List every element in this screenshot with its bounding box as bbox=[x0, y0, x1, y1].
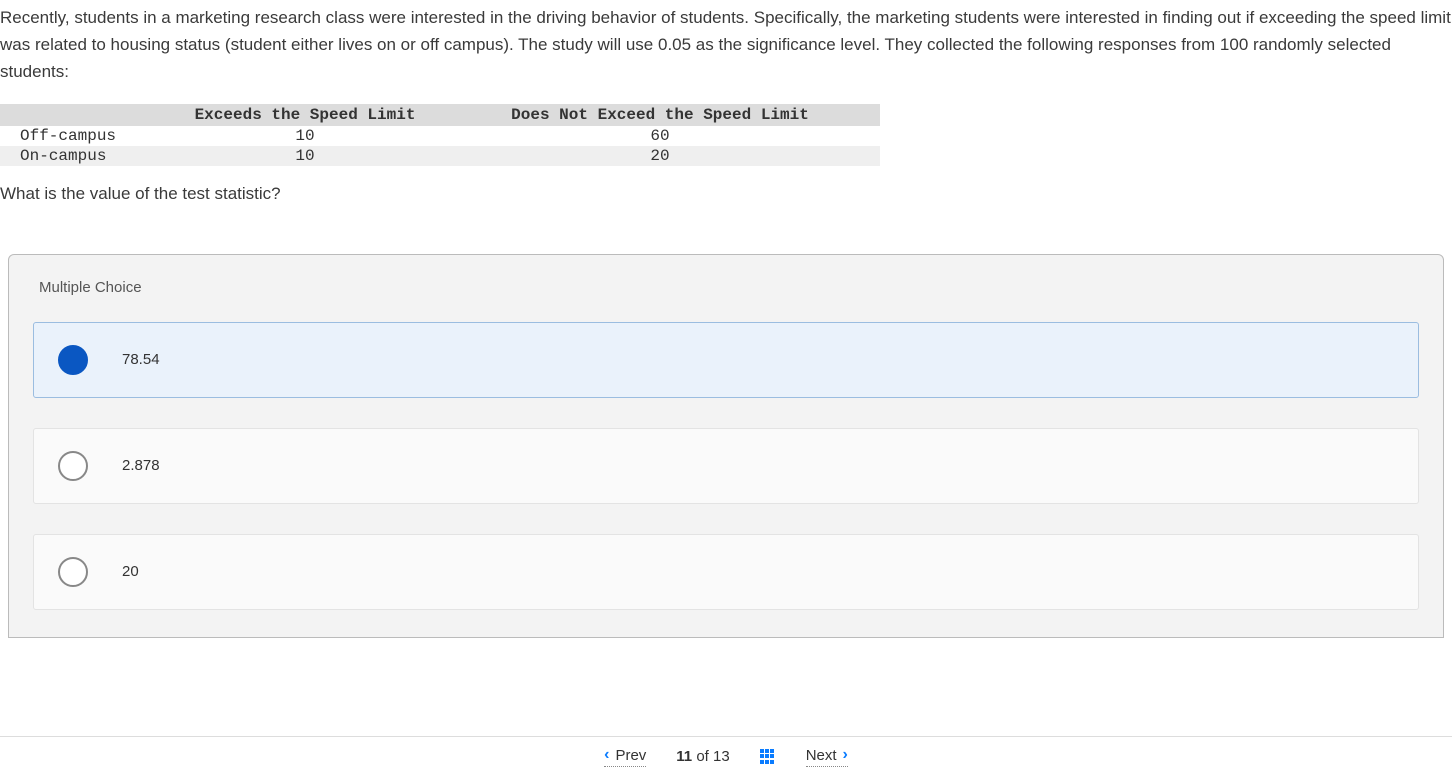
cell-value: 10 bbox=[170, 146, 440, 166]
cell-value: 20 bbox=[440, 146, 880, 166]
answer-option-label: 20 bbox=[122, 563, 139, 580]
prev-button[interactable]: ‹ Prev bbox=[604, 746, 646, 767]
row-label: Off-campus bbox=[0, 126, 170, 146]
chevron-left-icon: ‹ bbox=[604, 746, 609, 764]
answer-panel: Multiple Choice 78.54 2.878 20 bbox=[8, 254, 1444, 638]
nav-total: 13 bbox=[713, 748, 730, 765]
row-label: On-campus bbox=[0, 146, 170, 166]
answer-option-1[interactable]: 78.54 bbox=[33, 322, 1419, 398]
answer-option-2[interactable]: 2.878 bbox=[33, 428, 1419, 504]
table-row: Off-campus 10 60 bbox=[0, 126, 880, 146]
table-header-not-exceeds: Does Not Exceed the Speed Limit bbox=[440, 104, 880, 126]
question-text: What is the value of the test statistic? bbox=[0, 184, 1452, 204]
nav-bar: ‹ Prev 11 of 13 Next › bbox=[0, 736, 1452, 776]
table-header-blank bbox=[0, 104, 170, 126]
next-button[interactable]: Next › bbox=[806, 746, 848, 767]
prev-label: Prev bbox=[615, 747, 646, 764]
data-table: Exceeds the Speed Limit Does Not Exceed … bbox=[0, 104, 880, 166]
answer-option-label: 2.878 bbox=[122, 457, 160, 474]
grid-icon[interactable] bbox=[760, 749, 776, 765]
answer-heading: Multiple Choice bbox=[9, 255, 1443, 322]
cell-value: 10 bbox=[170, 126, 440, 146]
radio-icon bbox=[58, 451, 88, 481]
table-row: On-campus 10 20 bbox=[0, 146, 880, 166]
radio-selected-icon bbox=[58, 345, 88, 375]
question-prompt: Recently, students in a marketing resear… bbox=[0, 0, 1452, 86]
answer-option-3[interactable]: 20 bbox=[33, 534, 1419, 610]
nav-progress: 11 of 13 bbox=[676, 748, 729, 765]
next-label: Next bbox=[806, 747, 837, 764]
cell-value: 60 bbox=[440, 126, 880, 146]
answer-option-label: 78.54 bbox=[122, 351, 160, 368]
nav-of: of bbox=[696, 748, 709, 765]
nav-current: 11 bbox=[676, 748, 692, 765]
chevron-right-icon: › bbox=[843, 746, 848, 764]
table-header-exceeds: Exceeds the Speed Limit bbox=[170, 104, 440, 126]
radio-icon bbox=[58, 557, 88, 587]
